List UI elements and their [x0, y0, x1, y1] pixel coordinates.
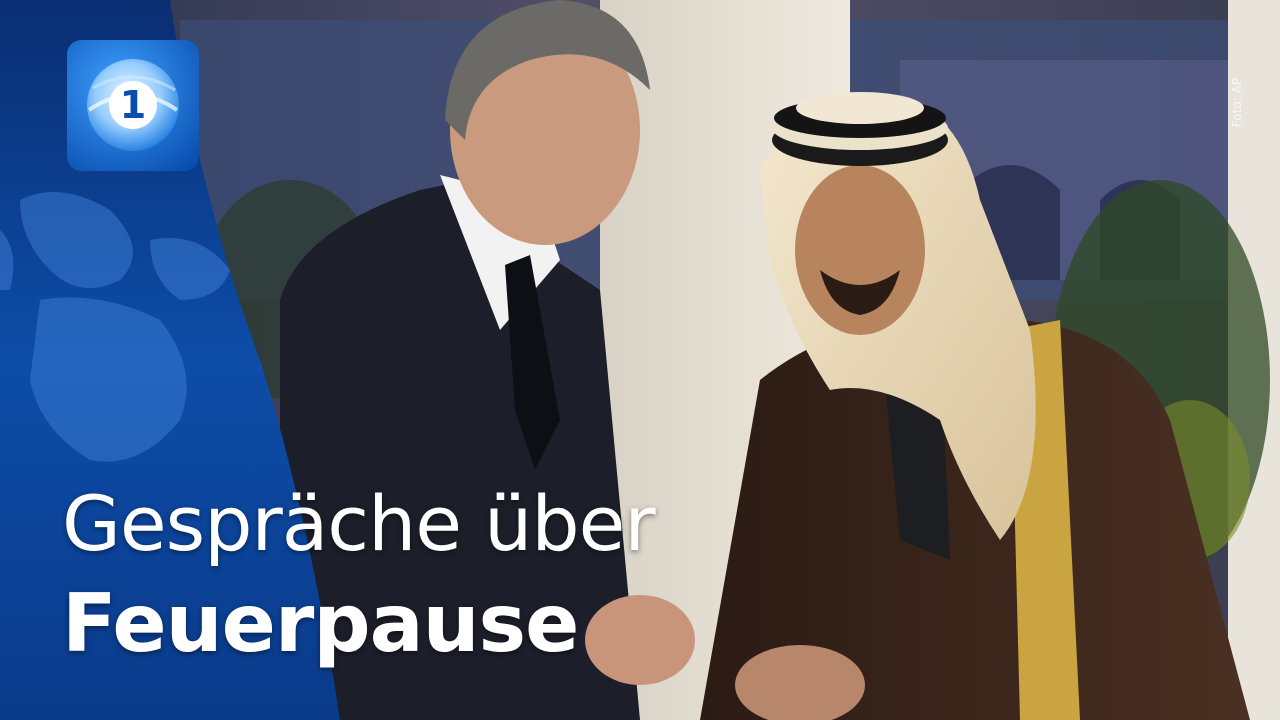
tagesschau-logo: 1 — [67, 40, 199, 171]
headline-line-1: Gespräche über — [62, 479, 656, 568]
photo-credit: Foto: AP — [1230, 78, 1244, 128]
headline-line-2: Feuerpause — [62, 577, 579, 670]
tagesschau-1-globe-icon: 1 — [67, 40, 199, 171]
news-thumbnail: 1 Foto: AP Gespräche über Feuerpause — [0, 0, 1280, 720]
logo-glyph: 1 — [120, 83, 146, 127]
headline: Gespräche über Feuerpause — [62, 476, 656, 676]
